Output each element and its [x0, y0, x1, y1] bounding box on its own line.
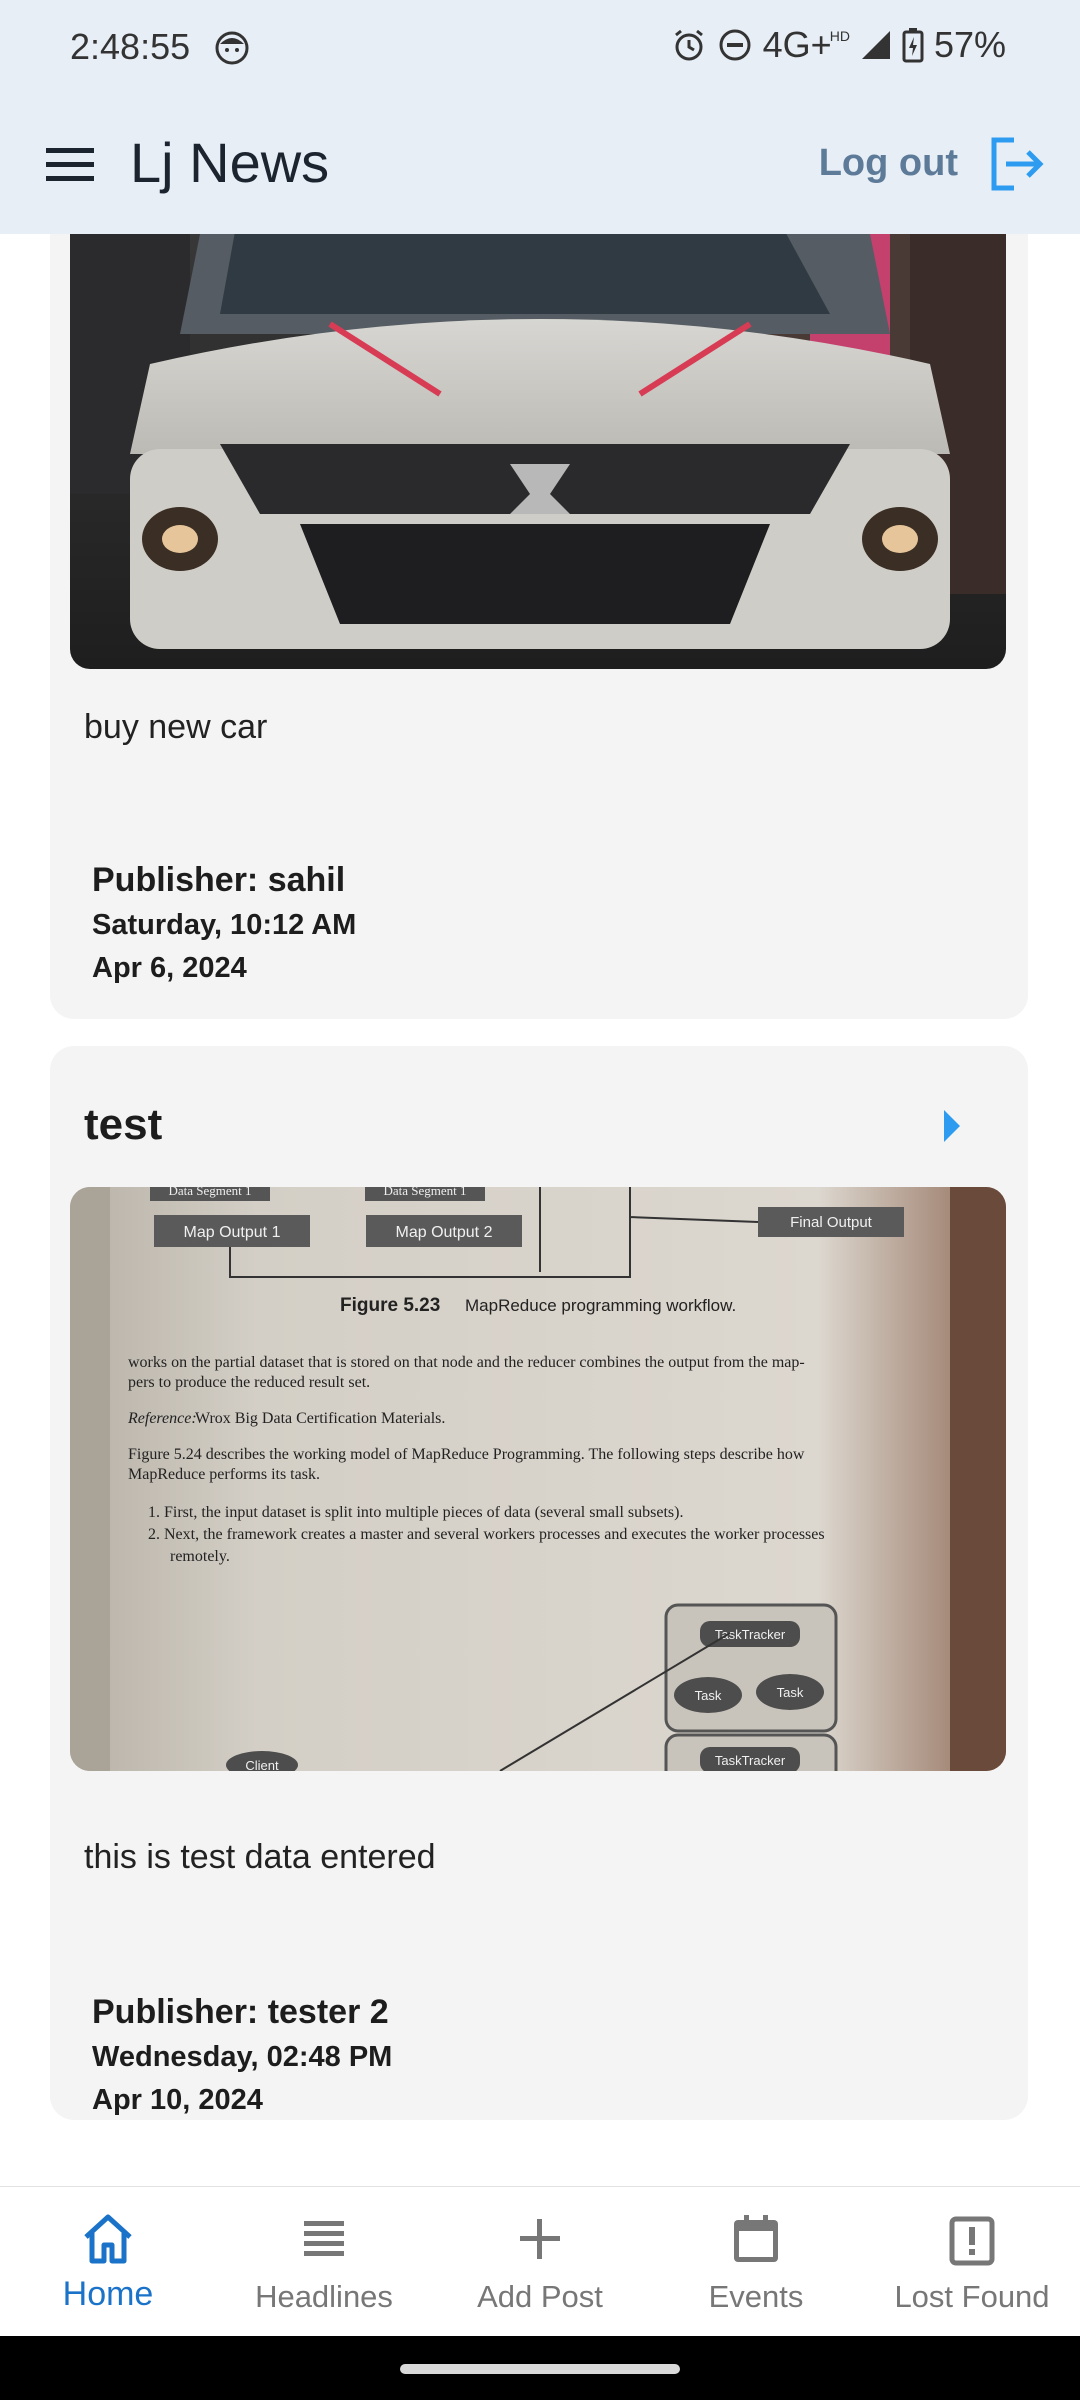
nav-headlines[interactable]: Headlines	[216, 2187, 432, 2336]
page-reference-text: Wrox Big Data Certification Materials.	[195, 1410, 445, 1427]
alarm-icon	[674, 29, 703, 61]
gesture-navigation-bar	[0, 2336, 1080, 2400]
page-box-map-output-1: Map Output 1	[184, 1224, 281, 1241]
plus-icon	[520, 2219, 560, 2259]
post-day-time: Saturday, 10:12 AM	[92, 909, 357, 941]
menu-icon[interactable]	[46, 142, 96, 186]
page-para1b: pers to produce the reduced result set.	[128, 1374, 370, 1391]
battery-charging-icon	[902, 28, 924, 63]
post-publisher: Publisher: sahil	[92, 861, 346, 899]
page-tasktracker-2: TaskTracker	[715, 1753, 786, 1768]
post-image-textbook: Data Segment 1 Data Segment 1 Map Output…	[70, 1187, 1006, 1771]
bottom-navigation: Home Headlines Add Post Events Lost Foun…	[0, 2186, 1080, 2336]
page-para1: works on the partial dataset that is sto…	[128, 1354, 805, 1371]
signal-icon	[861, 31, 890, 59]
nav-label: Headlines	[255, 2279, 393, 2314]
app-title: Lj News	[130, 131, 330, 194]
page-box-final-output: Final Output	[790, 1214, 873, 1231]
post-image-car	[70, 234, 1006, 669]
status-icons: 4G+ HD 57%	[671, 24, 1006, 66]
post-publisher: Publisher: tester 2	[92, 1993, 389, 2031]
list-icon	[304, 2221, 344, 2256]
nav-label: Events	[708, 2279, 804, 2314]
post-description: buy new car	[84, 708, 268, 746]
post-description: this is test data entered	[84, 1838, 436, 1876]
page-reference-label: Reference:	[127, 1410, 197, 1427]
page-task-2: Task	[777, 1685, 804, 1700]
network-type: 4G+	[762, 24, 832, 65]
nav-events[interactable]: Events	[648, 2187, 864, 2336]
car-photo	[70, 234, 1006, 669]
page-para2b: MapReduce performs its task.	[128, 1466, 320, 1483]
nav-label: Add Post	[477, 2279, 603, 2314]
textbook-photo: Data Segment 1 Data Segment 1 Map Output…	[70, 1187, 1006, 1771]
page-figure-caption: MapReduce programming workflow.	[465, 1296, 736, 1315]
page-task-1: Task	[695, 1688, 722, 1703]
hd-label: HD	[829, 28, 850, 44]
do-not-disturb-icon	[719, 29, 751, 61]
post-card[interactable]: buy new car Publisher: sahil Saturday, 1…	[50, 234, 1028, 1019]
gesture-handle[interactable]	[400, 2364, 680, 2374]
page-box-top2: Data Segment 1	[383, 1187, 466, 1198]
nav-home[interactable]: Home	[0, 2187, 216, 2336]
nav-lost-found[interactable]: Lost Found	[864, 2187, 1080, 2336]
post-title: test	[84, 1100, 163, 1149]
page-step2: 2. Next, the framework creates a master …	[148, 1526, 825, 1543]
post-meta: Publisher: tester 2 Wednesday, 02:48 PM …	[92, 1988, 392, 2122]
status-bar: 2:48:55 4G+ HD 57%	[0, 0, 1080, 96]
post-day-time: Wednesday, 02:48 PM	[92, 2041, 393, 2073]
logout-button[interactable]: Log out	[819, 142, 958, 185]
page-box-top1: Data Segment 1	[168, 1187, 251, 1198]
post-date: Apr 10, 2024	[92, 2084, 263, 2116]
page-para2: Figure 5.24 describes the working model …	[128, 1446, 805, 1463]
page-step2b: remotely.	[170, 1548, 230, 1565]
page-tasktracker-1: TaskTracker	[715, 1627, 786, 1642]
app-bar: Lj News Log out	[0, 96, 1080, 234]
post-meta: Publisher: sahil Saturday, 10:12 AM Apr …	[92, 856, 356, 990]
nav-label: Lost Found	[894, 2279, 1050, 2314]
calendar-icon	[734, 2215, 778, 2262]
report-icon	[949, 2216, 995, 2266]
logout-icon[interactable]	[986, 134, 1046, 194]
page-client: Client	[245, 1758, 279, 1771]
nav-label: Home	[62, 2275, 154, 2313]
battery-level: 57%	[933, 24, 1006, 65]
home-icon	[84, 2214, 132, 2264]
status-time: 2:48:55	[70, 26, 191, 67]
expand-arrow-icon[interactable]	[942, 1108, 962, 1144]
post-card[interactable]: test Data Segment 1 Data Segment 1 Map O…	[50, 1046, 1028, 2120]
post-date: Apr 6, 2024	[92, 952, 247, 984]
page-figure-label: Figure 5.23	[340, 1295, 440, 1316]
page-step1: 1. First, the input dataset is split int…	[148, 1504, 683, 1521]
notification-face-icon	[215, 31, 249, 65]
news-feed[interactable]: buy new car Publisher: sahil Saturday, 1…	[38, 234, 1040, 2138]
page-box-map-output-2: Map Output 2	[396, 1224, 493, 1241]
nav-add-post[interactable]: Add Post	[432, 2187, 648, 2336]
